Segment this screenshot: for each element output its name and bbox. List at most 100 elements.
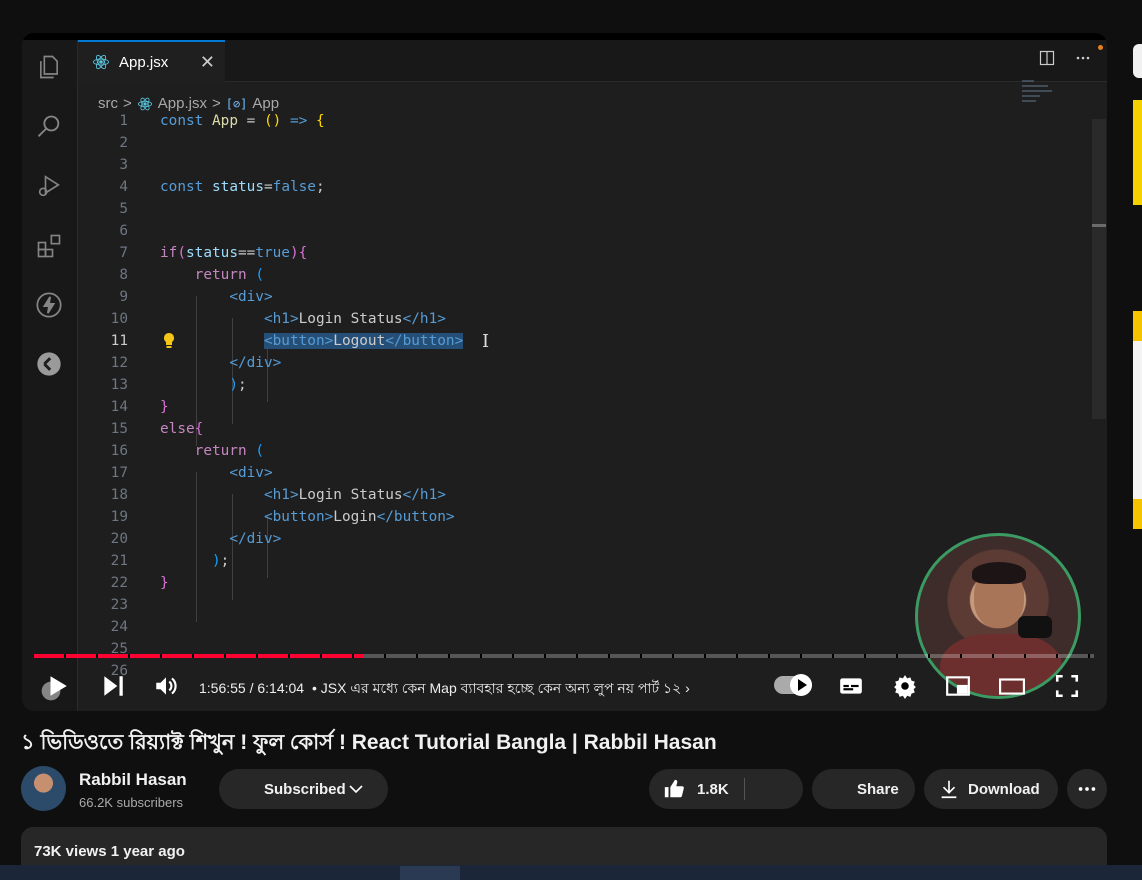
code-line: 12 </div> [78,352,1088,374]
line-number: 9 [119,289,128,305]
code-line: 17 <div> [78,462,1088,484]
more-button[interactable] [1067,769,1107,809]
line-number: 17 [110,465,128,481]
subscriber-count: 66.2K subscribers [79,795,184,810]
like-count: 1.8K [697,780,729,798]
minimap[interactable] [1022,80,1056,130]
like-divider [744,778,745,800]
miniplayer-icon[interactable] [944,673,972,699]
line-number: 23 [110,597,128,613]
download-button[interactable]: Download [924,769,1058,809]
channel-name[interactable]: Rabbil Hasan [79,770,187,790]
editor-tabbar: App.jsx ✕ [78,40,1107,82]
sidebar-thumbnail[interactable] [1133,100,1142,205]
code-line: 1 const App = () => { [78,110,1088,132]
line-number: 4 [119,179,128,195]
time-display: 1:56:55 / 6:14:04 • JSX এর মধ্যে কেন Map… [199,677,690,701]
video-player[interactable]: App.jsx ✕ src > App.jsx > [⊘] App 1 cons… [22,33,1107,711]
more-horizontal-icon [1078,787,1096,791]
channel-avatar[interactable] [21,766,66,811]
chapter-title[interactable]: • JSX এর মধ্যে কেন Map ব্যাবহার হচ্ছে কে… [312,680,681,696]
react-icon [93,54,109,70]
subscribed-label: Subscribed [264,780,346,798]
code-line: 19 <button>Login</button> [78,506,1088,528]
line-number: 22 [110,575,128,591]
code-line: 3 [78,154,1088,176]
download-icon [941,780,957,799]
line-number: 12 [110,355,128,371]
like-button[interactable]: 1.8K [649,769,803,809]
close-icon[interactable]: ✕ [200,52,215,73]
code-line: 4 const status=false; [78,176,1088,198]
tab-filename: App.jsx [119,53,169,71]
code-line: 5 [78,198,1088,220]
line-number: 14 [110,399,128,415]
code-line: 9 <div> [78,286,1088,308]
subtitles-icon[interactable] [837,673,865,699]
os-taskbar [0,865,1142,880]
text-cursor-icon: I [482,331,490,352]
line-number: 6 [119,223,128,239]
line-number: 3 [119,157,128,173]
next-icon[interactable] [100,673,126,699]
line-number: 21 [110,553,128,569]
view-stats: 73K views 1 year ago [34,843,185,860]
code-line: 2 [78,132,1088,154]
tab-app-jsx[interactable]: App.jsx ✕ [78,40,225,82]
chevron-down-icon [349,785,363,794]
code-line: 14} [78,396,1088,418]
chevron-right-icon[interactable]: › [685,680,690,696]
share-button[interactable]: Share [812,769,915,809]
line-number: 13 [110,377,128,393]
line-number: 24 [110,619,128,635]
code-line: 15 else{ [78,418,1088,440]
progress-bar[interactable] [34,654,1094,658]
run-debug-icon[interactable] [34,171,64,201]
settings-icon[interactable] [892,673,918,699]
youtube-watch-page: App.jsx ✕ src > App.jsx > [⊘] App 1 cons… [0,0,1142,880]
subscribed-button[interactable]: Subscribed [219,769,388,809]
sidebar-clipped-button[interactable] [1133,44,1142,78]
explorer-icon[interactable] [34,52,64,82]
video-title: ১ ভিডিওতে রিয়্যাক্ট শিখুন ! ফুল কোর্স !… [21,731,717,754]
remote-icon[interactable] [34,349,64,379]
code-line: 7 if(status==true){ [78,242,1088,264]
code-line: 10 <h1>Login Status</h1> [78,308,1088,330]
player-controls: 1:56:55 / 6:14:04 • JSX এর মধ্যে কেন Map… [22,663,1107,707]
line-number: 11 [110,333,128,349]
code-line-current: 11 <button>Logout</button> I [78,330,1088,352]
sidebar-thumbnail[interactable] [1133,311,1142,529]
code-line: 6 [78,220,1088,242]
code-line: 13 ); [78,374,1088,396]
more-actions-icon[interactable] [1075,50,1091,71]
line-number: 5 [119,201,128,217]
line-number: 16 [110,443,128,459]
unsaved-dot [1098,45,1103,50]
theater-mode-icon[interactable] [998,673,1026,699]
play-icon[interactable] [44,673,70,699]
activity-bar [22,40,78,711]
thumbs-up-icon [664,779,684,798]
extensions-icon[interactable] [34,231,64,261]
split-editor-icon[interactable] [1039,50,1055,71]
volume-icon[interactable] [153,673,179,699]
search-icon[interactable] [34,112,64,142]
editor-scrollbar[interactable] [1092,119,1106,419]
taskbar-active-app[interactable] [400,866,460,880]
lightning-icon[interactable] [34,290,64,320]
share-label: Share [857,780,899,798]
line-number: 1 [119,113,128,129]
code-line: 8 return ( [78,264,1088,286]
symbol-icon: [⊘] [225,96,248,111]
line-number: 8 [119,267,128,283]
tab-actions [1039,50,1091,71]
line-number: 2 [119,135,128,151]
fullscreen-icon[interactable] [1054,673,1080,699]
autoplay-toggle[interactable] [774,674,812,696]
code-line: 18 <h1>Login Status</h1> [78,484,1088,506]
line-number: 18 [110,487,128,503]
download-label: Download [968,780,1040,798]
line-number: 20 [110,531,128,547]
time-text: 1:56:55 / 6:14:04 [199,680,305,696]
line-number: 19 [110,509,128,525]
